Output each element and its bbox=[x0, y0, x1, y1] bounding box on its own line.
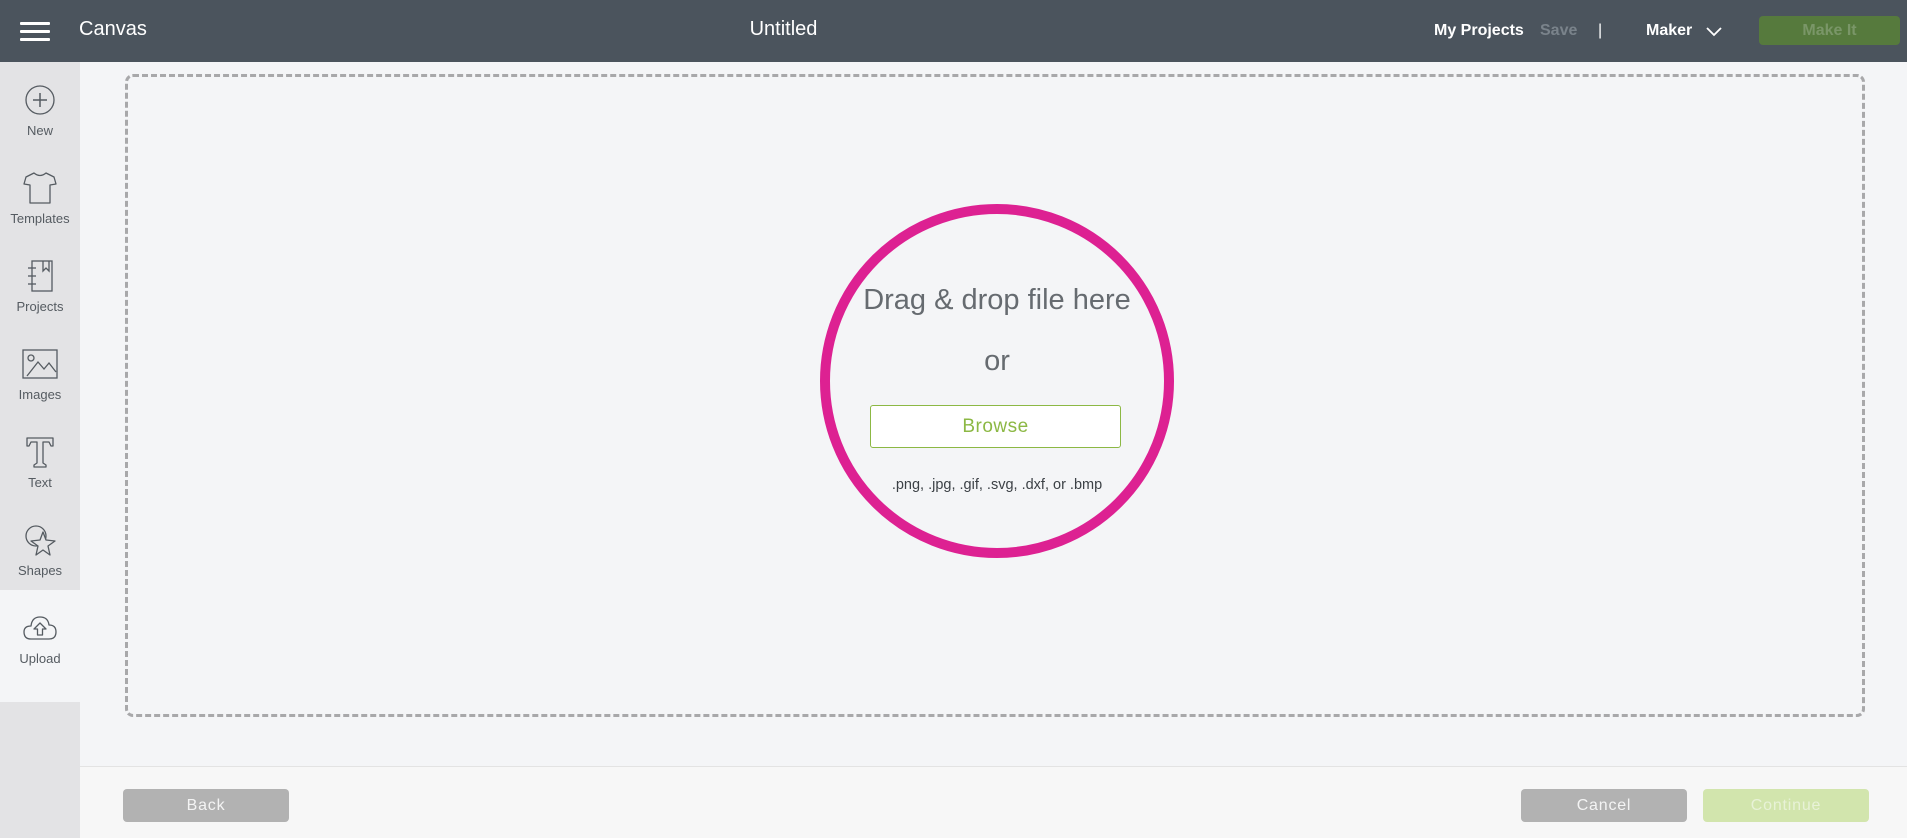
text-t-icon bbox=[20, 432, 60, 472]
machine-select-label: Maker bbox=[1646, 22, 1693, 39]
sidebar-item-label: New bbox=[26, 123, 53, 138]
or-text: or bbox=[984, 345, 1010, 377]
sidebar-item-label: Shapes bbox=[17, 563, 63, 578]
sidebar-item-label: Upload bbox=[19, 651, 61, 666]
footer-bar: Back Cancel Continue bbox=[80, 766, 1907, 838]
sidebar-item-shapes[interactable]: Shapes bbox=[0, 514, 80, 602]
cloud-upload-icon bbox=[20, 608, 60, 648]
machine-select[interactable]: Maker bbox=[1646, 0, 1722, 62]
my-projects-link[interactable]: My Projects bbox=[1434, 0, 1524, 62]
sidebar-item-templates[interactable]: Templates bbox=[0, 162, 80, 250]
sidebar-item-upload[interactable]: Upload bbox=[0, 590, 80, 702]
drop-target-circle bbox=[820, 204, 1174, 558]
cancel-button[interactable]: Cancel bbox=[1521, 789, 1687, 822]
sidebar-item-label: Text bbox=[28, 475, 52, 490]
image-icon bbox=[20, 344, 60, 384]
make-it-button[interactable]: Make It bbox=[1759, 16, 1900, 45]
sidebar-item-label: Projects bbox=[16, 299, 64, 314]
sidebar-item-new[interactable]: New bbox=[0, 74, 80, 162]
drag-drop-text: Drag & drop file here bbox=[863, 284, 1131, 316]
sidebar-item-images[interactable]: Images bbox=[0, 338, 80, 426]
notebook-icon bbox=[20, 256, 60, 296]
browse-button[interactable]: Browse bbox=[870, 405, 1121, 448]
plus-circle-icon bbox=[20, 80, 60, 120]
chevron-down-icon bbox=[1706, 27, 1722, 37]
top-bar: Canvas Untitled My Projects Save | Maker… bbox=[0, 0, 1907, 62]
supported-file-types: .png, .jpg, .gif, .svg, .dxf, or .bmp bbox=[891, 477, 1103, 493]
separator: | bbox=[1598, 22, 1603, 39]
sidebar-item-text[interactable]: Text bbox=[0, 426, 80, 514]
document-title[interactable]: Untitled bbox=[0, 18, 1567, 41]
sidebar: New Templates Projects Images Text Shape… bbox=[0, 62, 80, 838]
sidebar-item-projects[interactable]: Projects bbox=[0, 250, 80, 338]
save-link[interactable]: Save bbox=[1540, 0, 1577, 62]
shapes-icon bbox=[20, 520, 60, 560]
sidebar-item-label: Templates bbox=[10, 211, 70, 226]
continue-button[interactable]: Continue bbox=[1703, 789, 1869, 822]
back-button[interactable]: Back bbox=[123, 789, 289, 822]
tshirt-icon bbox=[20, 168, 60, 208]
sidebar-item-label: Images bbox=[18, 387, 62, 402]
